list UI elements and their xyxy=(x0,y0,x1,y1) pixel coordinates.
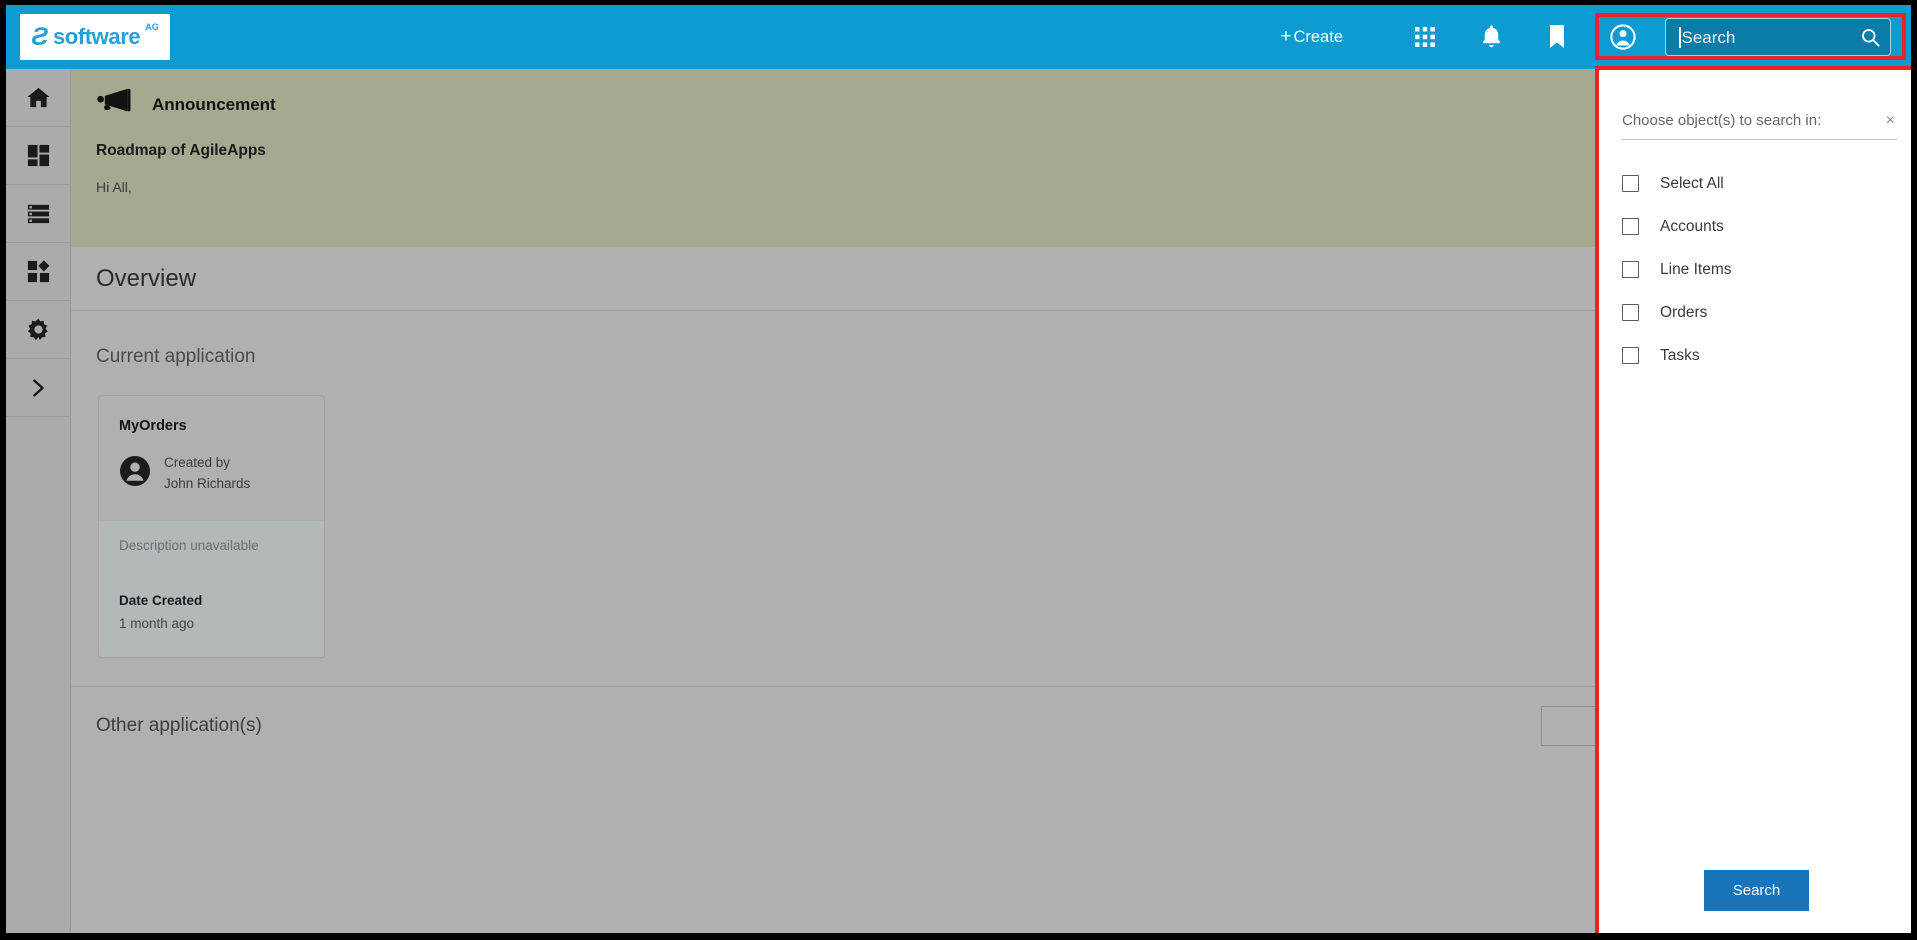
logo-wordmark: software xyxy=(52,24,141,49)
option-select-all[interactable]: Select All xyxy=(1598,162,1911,205)
checkbox-icon[interactable] xyxy=(1622,218,1639,235)
top-header-bar: Ƨ software AG + Create Search xyxy=(6,5,1911,69)
gear-icon xyxy=(26,317,51,342)
creator-lines: Created by John Richards xyxy=(164,453,250,495)
card-meta-section: Date Created 1 month ago xyxy=(99,592,324,657)
logo-superscript: AG xyxy=(145,22,159,32)
option-tasks[interactable]: Tasks xyxy=(1598,334,1911,377)
creator-info: Created by John Richards xyxy=(119,453,304,495)
sidebar-item-settings[interactable] xyxy=(6,301,70,359)
text-cursor xyxy=(1679,26,1681,48)
option-orders[interactable]: Orders xyxy=(1598,291,1911,334)
app-window: Ƨ software AG + Create Search Announceme… xyxy=(0,0,1917,940)
checkbox-icon[interactable] xyxy=(1622,347,1639,364)
created-by-label: Created by xyxy=(164,455,231,470)
apps-diamond-icon xyxy=(26,259,51,284)
notifications-bell-icon[interactable] xyxy=(1467,13,1515,61)
object-options-list: Select All Accounts Line Items Orders Ta… xyxy=(1598,162,1911,377)
megaphone-icon xyxy=(96,87,138,122)
chevron-right-icon xyxy=(27,377,49,399)
panel-footer: Search xyxy=(1598,870,1911,933)
logo-mark-icon: Ƨ xyxy=(31,22,48,51)
option-label: Orders xyxy=(1660,303,1708,321)
other-applications-heading: Other application(s) xyxy=(96,715,262,737)
announcement-title: Announcement xyxy=(152,94,276,114)
search-input[interactable]: Search xyxy=(1665,18,1891,56)
bookmark-icon[interactable] xyxy=(1533,13,1581,61)
checkbox-icon[interactable] xyxy=(1622,304,1639,321)
card-top-section: MyOrders Created by John Richards xyxy=(99,396,324,521)
left-sidebar xyxy=(6,69,71,933)
panel-header: Choose object(s) to search in: × xyxy=(1622,112,1897,140)
plus-icon: + xyxy=(1280,26,1292,47)
checkbox-icon[interactable] xyxy=(1622,261,1639,278)
header-actions: + Create Search xyxy=(1280,5,1911,69)
dashboard-grid-icon xyxy=(26,143,51,168)
search-placeholder-text: Search xyxy=(1681,27,1736,47)
application-description: Description unavailable xyxy=(99,520,324,593)
create-button[interactable]: + Create xyxy=(1280,26,1343,48)
option-label: Select All xyxy=(1660,174,1724,192)
apps-grid-icon[interactable] xyxy=(1401,13,1449,61)
date-created-label: Date Created xyxy=(119,592,203,608)
account-circle-icon[interactable] xyxy=(1599,13,1647,61)
create-button-label: Create xyxy=(1293,27,1343,46)
close-icon[interactable]: × xyxy=(1884,112,1897,129)
application-card[interactable]: MyOrders Created by John Richards Descri… xyxy=(98,395,325,658)
option-accounts[interactable]: Accounts xyxy=(1598,205,1911,248)
option-label: Tasks xyxy=(1660,346,1700,364)
user-avatar-icon xyxy=(119,455,151,492)
search-icon[interactable] xyxy=(1861,28,1880,47)
sidebar-item-home[interactable] xyxy=(6,69,70,127)
software-ag-logo[interactable]: Ƨ software AG xyxy=(20,14,170,60)
date-created-value: 1 month ago xyxy=(119,615,195,631)
option-label: Accounts xyxy=(1660,217,1724,235)
global-search-container: Search xyxy=(1665,18,1891,56)
sidebar-item-apps[interactable] xyxy=(6,243,70,301)
search-submit-button[interactable]: Search xyxy=(1703,870,1810,911)
option-line-items[interactable]: Line Items xyxy=(1598,248,1911,291)
list-icon xyxy=(26,201,51,226)
sidebar-item-list[interactable] xyxy=(6,185,70,243)
home-icon xyxy=(26,85,51,110)
page-title: Overview xyxy=(96,264,197,292)
sidebar-item-expand[interactable] xyxy=(6,359,70,417)
option-label: Line Items xyxy=(1660,260,1732,278)
sidebar-item-dashboard[interactable] xyxy=(6,127,70,185)
application-name: MyOrders xyxy=(119,418,187,434)
panel-heading: Choose object(s) to search in: xyxy=(1622,112,1822,129)
created-by-name: John Richards xyxy=(164,475,251,491)
search-objects-panel: Choose object(s) to search in: × Select … xyxy=(1598,69,1911,933)
checkbox-icon[interactable] xyxy=(1622,175,1639,192)
